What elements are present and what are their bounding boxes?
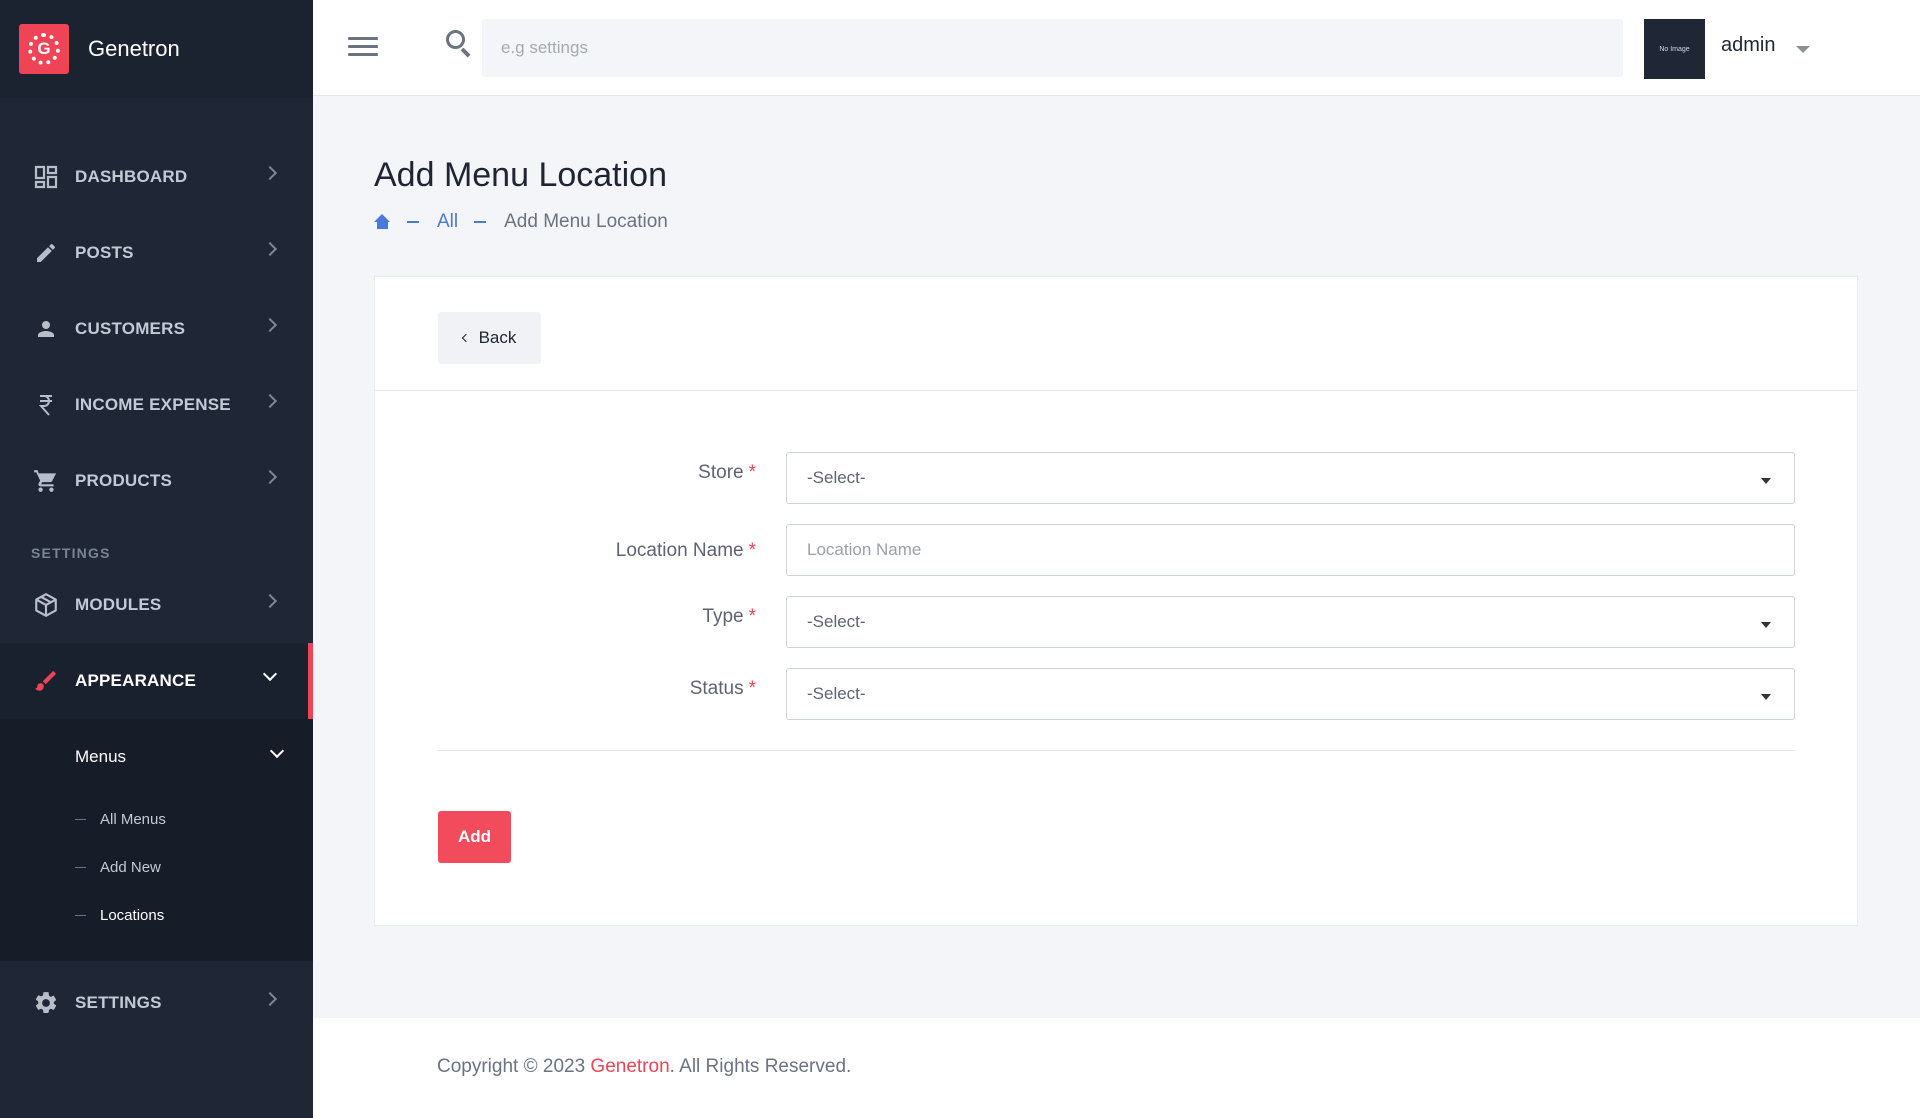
chevron-left-icon (461, 333, 470, 343)
sidebar-item-products[interactable]: PRODUCTS (0, 443, 313, 519)
form-row-status: Status * -Select- (375, 668, 1857, 720)
cube-icon (31, 590, 61, 620)
dash-icon (75, 818, 86, 820)
sidebar-nav: DASHBOARD POSTS CUSTOMERS INCOME EXPENSE (0, 98, 313, 961)
dropdown-caret-icon (1761, 622, 1771, 628)
caret-down-icon[interactable] (1796, 46, 1810, 53)
appearance-submenu: Menus All Menus Add New Locations (0, 719, 313, 961)
card-header: Back (375, 277, 1857, 391)
sidebar-item-appearance[interactable]: APPEARANCE (0, 643, 313, 719)
dropdown-caret-icon (1761, 694, 1771, 700)
sidebar-subitem-add-new[interactable]: Add New (0, 843, 313, 891)
top-header: No Image admin (313, 0, 1920, 96)
breadcrumb-current: Add Menu Location (504, 211, 668, 232)
breadcrumb-separator (474, 221, 487, 223)
chevron-right-icon (262, 241, 278, 257)
search-input[interactable] (482, 19, 1623, 77)
gear-icon (31, 988, 61, 1018)
brand[interactable]: G Genetron (0, 0, 313, 98)
chevron-right-icon (262, 317, 278, 333)
chevron-down-icon (269, 743, 285, 759)
form-row-store: Store * -Select- (375, 452, 1857, 504)
store-select[interactable]: -Select- (786, 452, 1795, 504)
chevron-right-icon (262, 393, 278, 409)
pencil-icon (31, 238, 61, 268)
sidebar-item-menus[interactable]: Menus (0, 719, 313, 795)
location-name-label: Location Name * (615, 540, 756, 561)
sidebar-item-modules[interactable]: MODULES (0, 567, 313, 643)
page-title: Add Menu Location (374, 156, 667, 194)
add-button[interactable]: Add (438, 811, 511, 863)
sidebar-subitem-locations[interactable]: Locations (0, 891, 313, 939)
cart-icon (31, 466, 61, 496)
breadcrumb: All Add Menu Location (374, 211, 668, 233)
search-icon[interactable] (446, 30, 472, 58)
location-name-input[interactable] (786, 524, 1795, 576)
breadcrumb-separator (407, 221, 419, 223)
avatar[interactable]: No Image (1644, 19, 1705, 79)
form-card: Back Store* -Select- Location Name* Type… (374, 276, 1858, 926)
sidebar-item-settings[interactable]: SETTINGS (0, 965, 313, 1041)
sidebar-item-dashboard[interactable]: DASHBOARD (0, 139, 313, 215)
sidebar-section-label: SETTINGS (31, 545, 111, 561)
chevron-right-icon (262, 165, 278, 181)
breadcrumb-link-all[interactable]: All (437, 211, 458, 233)
brush-icon (31, 666, 61, 696)
type-label: Type * (702, 606, 756, 627)
person-icon (31, 314, 61, 344)
dash-icon (75, 866, 86, 868)
home-icon[interactable] (374, 214, 391, 230)
chevron-right-icon (262, 991, 278, 1007)
back-button[interactable]: Back (438, 312, 541, 364)
status-label: Status * (689, 678, 756, 699)
copyright-text: Copyright © 2023 Genetron. All Rights Re… (437, 1056, 852, 1077)
dash-icon (75, 914, 86, 916)
dropdown-caret-icon (1761, 478, 1771, 484)
sidebar-item-income-expense[interactable]: INCOME EXPENSE (0, 367, 313, 443)
sidebar: G Genetron DASHBOARD POSTS CUSTOMERS INC… (0, 0, 313, 1118)
dashboard-icon (31, 162, 61, 192)
chevron-down-icon (262, 666, 278, 682)
sidebar-item-posts[interactable]: POSTS (0, 215, 313, 291)
form-row-location-name: Location Name * (375, 524, 1857, 576)
store-label: Store * (698, 462, 756, 483)
username[interactable]: admin (1721, 34, 1775, 57)
type-select[interactable]: -Select- (786, 596, 1795, 648)
form-divider (438, 750, 1795, 751)
status-select[interactable]: -Select- (786, 668, 1795, 720)
brand-logo-icon: G (19, 24, 69, 74)
brand-name: Genetron (88, 36, 180, 61)
menus-sublist: All Menus Add New Locations (0, 795, 313, 961)
sidebar-subitem-all-menus[interactable]: All Menus (0, 795, 313, 843)
footer: Copyright © 2023 Genetron. All Rights Re… (313, 1018, 1920, 1118)
footer-brand-link[interactable]: Genetron (590, 1056, 669, 1077)
sidebar-item-customers[interactable]: CUSTOMERS (0, 291, 313, 367)
hamburger-menu-icon[interactable] (348, 37, 378, 59)
chevron-right-icon (262, 593, 278, 609)
form-row-type: Type * -Select- (375, 596, 1857, 648)
chevron-right-icon (262, 469, 278, 485)
sidebar-bottom: SETTINGS (0, 965, 313, 1041)
rupee-icon (31, 390, 61, 420)
